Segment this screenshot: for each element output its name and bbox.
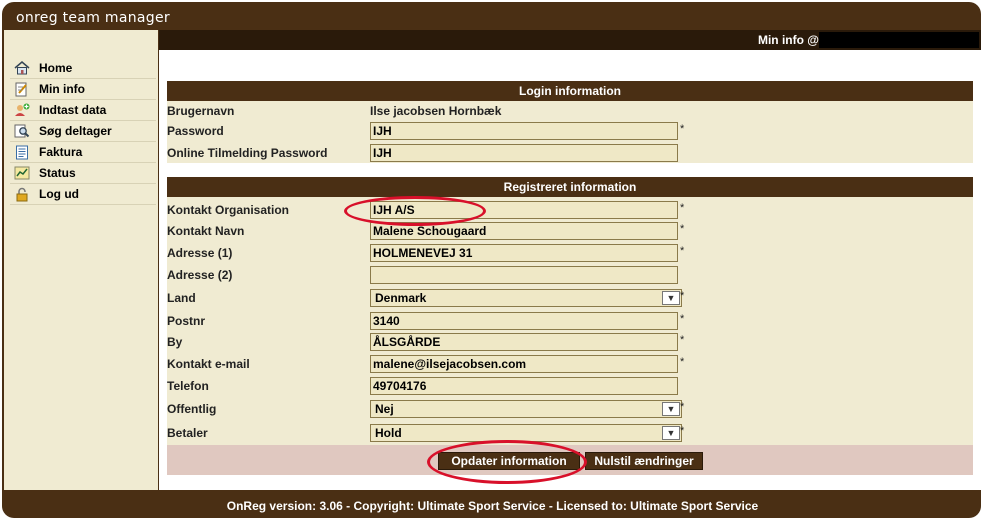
- sidebar-item-label: Log ud: [39, 187, 79, 201]
- required-mark: *: [680, 290, 685, 302]
- username-label: Brugernavn: [167, 104, 235, 118]
- required-mark: *: [680, 223, 685, 235]
- chevron-down-icon[interactable]: ▼: [662, 426, 680, 440]
- main-content: Min info @ Login information Brugernavn …: [159, 30, 981, 490]
- zip-input[interactable]: [370, 312, 678, 330]
- add-user-icon: [13, 102, 31, 118]
- search-icon: [13, 123, 31, 139]
- sidebar-item-label: Søg deltager: [39, 124, 112, 138]
- address1-input[interactable]: [370, 244, 678, 262]
- email-label: Kontakt e-mail: [167, 357, 250, 371]
- phone-input[interactable]: [370, 377, 678, 395]
- annotation-circle-org: [344, 196, 486, 226]
- sidebar-nav: Home Min info Indtast data Søg deltager …: [10, 58, 156, 205]
- username-row: Brugernavn Ilse jacobsen Hornbæk: [167, 101, 973, 123]
- address1-row: Adresse (1) *: [167, 243, 973, 265]
- address1-label: Adresse (1): [167, 246, 233, 260]
- payer-row: Betaler Hold ▼ *: [167, 423, 973, 445]
- required-mark: *: [680, 313, 685, 325]
- login-section: Login information Brugernavn Ilse jacobs…: [167, 81, 973, 163]
- app-title: onreg team manager: [16, 10, 170, 26]
- required-mark: *: [680, 202, 685, 214]
- address2-input[interactable]: [370, 266, 678, 284]
- login-header: Login information: [167, 81, 973, 101]
- sidebar-item-label: Min info: [39, 82, 85, 96]
- zip-label: Postnr: [167, 314, 206, 328]
- city-input[interactable]: [370, 333, 678, 351]
- chevron-down-icon[interactable]: ▼: [662, 402, 680, 416]
- city-label: By: [167, 335, 183, 349]
- required-mark: *: [680, 356, 685, 368]
- reset-button[interactable]: Nulstil ændringer: [585, 452, 703, 470]
- home-icon: [13, 60, 31, 76]
- public-label: Offentlig: [167, 402, 217, 416]
- lock-icon: [13, 186, 31, 202]
- user-label: Min info @: [757, 33, 819, 47]
- country-select[interactable]: Denmark ▼: [370, 289, 682, 307]
- sidebar-item-min-info[interactable]: Min info: [10, 79, 156, 100]
- sidebar-item-soeg-deltager[interactable]: Søg deltager: [10, 121, 156, 142]
- registered-header: Registreret information: [167, 177, 973, 197]
- registered-section: Registreret information Kontakt Organisa…: [167, 177, 973, 445]
- country-value: Denmark: [375, 291, 427, 305]
- city-row: By *: [167, 332, 973, 354]
- required-mark: *: [680, 123, 685, 135]
- sidebar-item-label: Indtast data: [39, 103, 107, 117]
- sidebar-item-indtast-data[interactable]: Indtast data: [10, 100, 156, 121]
- required-mark: *: [680, 334, 685, 346]
- password-row: Password *: [167, 121, 973, 143]
- sidebar-item-status[interactable]: Status: [10, 163, 156, 184]
- online-password-input[interactable]: [370, 144, 678, 162]
- zip-row: Postnr *: [167, 311, 973, 333]
- required-mark: *: [680, 425, 685, 437]
- country-row: Land Denmark ▼ *: [167, 288, 973, 310]
- status-icon: [13, 165, 31, 181]
- chevron-down-icon[interactable]: ▼: [662, 291, 680, 305]
- email-row: Kontakt e-mail *: [167, 354, 973, 376]
- required-mark: *: [680, 245, 685, 257]
- footer-text: OnReg version: 3.06 - Copyright: Ultimat…: [226, 499, 759, 513]
- edit-icon: [13, 81, 31, 97]
- phone-label: Telefon: [167, 379, 209, 393]
- public-value: Nej: [375, 402, 394, 416]
- name-row: Kontakt Navn *: [167, 221, 973, 243]
- sidebar-item-home[interactable]: Home: [10, 58, 156, 79]
- username-value: Ilse jacobsen Hornbæk: [370, 104, 502, 118]
- address2-row: Adresse (2): [167, 265, 973, 287]
- online-password-label: Online Tilmelding Password: [167, 146, 328, 160]
- payer-label: Betaler: [167, 426, 208, 440]
- sidebar-item-log-ud[interactable]: Log ud: [10, 184, 156, 205]
- password-label: Password: [167, 124, 224, 138]
- sidebar-item-faktura[interactable]: Faktura: [10, 142, 156, 163]
- email-input[interactable]: [370, 355, 678, 373]
- payer-value: Hold: [375, 426, 402, 440]
- org-label: Kontakt Organisation: [167, 203, 290, 217]
- address2-label: Adresse (2): [167, 268, 233, 282]
- country-label: Land: [167, 291, 196, 305]
- name-label: Kontakt Navn: [167, 224, 245, 238]
- invoice-icon: [13, 144, 31, 160]
- online-password-row: Online Tilmelding Password: [167, 143, 973, 165]
- annotation-circle-update: [427, 440, 587, 484]
- public-row: Offentlig Nej ▼ *: [167, 399, 973, 421]
- user-bar: Min info @: [159, 30, 981, 50]
- sidebar-item-label: Home: [39, 61, 73, 75]
- sidebar: Home Min info Indtast data Søg deltager …: [4, 30, 158, 490]
- phone-row: Telefon: [167, 376, 973, 398]
- password-input[interactable]: [370, 122, 678, 140]
- sidebar-item-label: Status: [39, 166, 76, 180]
- payer-select[interactable]: Hold ▼: [370, 424, 682, 442]
- org-row: Kontakt Organisation *: [167, 200, 973, 222]
- public-select[interactable]: Nej ▼: [370, 400, 682, 418]
- sidebar-item-label: Faktura: [39, 145, 83, 159]
- required-mark: *: [680, 401, 685, 413]
- redacted-email: [819, 32, 979, 48]
